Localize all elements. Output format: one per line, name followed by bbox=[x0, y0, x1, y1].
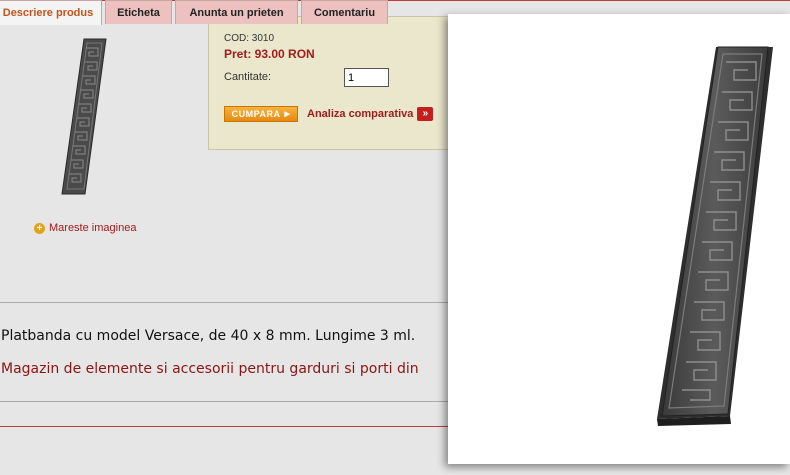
tab-label: Eticheta bbox=[117, 7, 160, 19]
tab-eticheta[interactable]: Eticheta bbox=[105, 0, 172, 24]
enlarged-image-popup bbox=[448, 14, 790, 464]
tab-comentariu[interactable]: Comentariu bbox=[301, 0, 388, 24]
tab-descriere-produs[interactable]: Descriere produs bbox=[0, 0, 102, 25]
enlarged-product-image bbox=[657, 46, 773, 426]
double-chevron-right-icon: » bbox=[417, 107, 434, 121]
product-description: Platbanda cu model Versace, de 40 x 8 mm… bbox=[1, 328, 416, 344]
enlarge-image-link[interactable]: + Mareste imaginea bbox=[34, 222, 136, 234]
tab-label: Descriere produs bbox=[2, 7, 94, 19]
content-divider bbox=[0, 401, 460, 402]
buy-button-label: CUMPARA bbox=[231, 109, 281, 119]
caret-right-icon: ▶ bbox=[284, 111, 291, 118]
product-price: Pret: 93.00 RON bbox=[224, 47, 315, 61]
store-tagline: Magazin de elemente si accesorii pentru … bbox=[1, 361, 419, 377]
quantity-label: Cantitate: bbox=[224, 71, 272, 83]
tab-label: Comentariu bbox=[313, 7, 376, 19]
tabs-divider bbox=[0, 302, 460, 303]
plus-circle-icon: + bbox=[34, 222, 45, 234]
compare-link-label: Analiza comparativa bbox=[307, 108, 414, 120]
enlarge-image-label: Mareste imaginea bbox=[49, 222, 137, 234]
tab-anunta-prieten[interactable]: Anunta un prieten bbox=[175, 0, 298, 24]
price-box: COD: 3010 Pret: 93.00 RON Cantitate: CUM… bbox=[208, 16, 460, 150]
quantity-input[interactable] bbox=[344, 68, 389, 87]
product-code: COD: 3010 bbox=[224, 33, 275, 44]
tab-label: Anunta un prieten bbox=[189, 7, 284, 19]
footer-divider bbox=[0, 426, 460, 427]
product-thumbnail[interactable] bbox=[40, 34, 130, 199]
compare-link[interactable]: Analiza comparativa » bbox=[307, 107, 434, 121]
buy-button[interactable]: CUMPARA ▶ bbox=[224, 106, 298, 122]
